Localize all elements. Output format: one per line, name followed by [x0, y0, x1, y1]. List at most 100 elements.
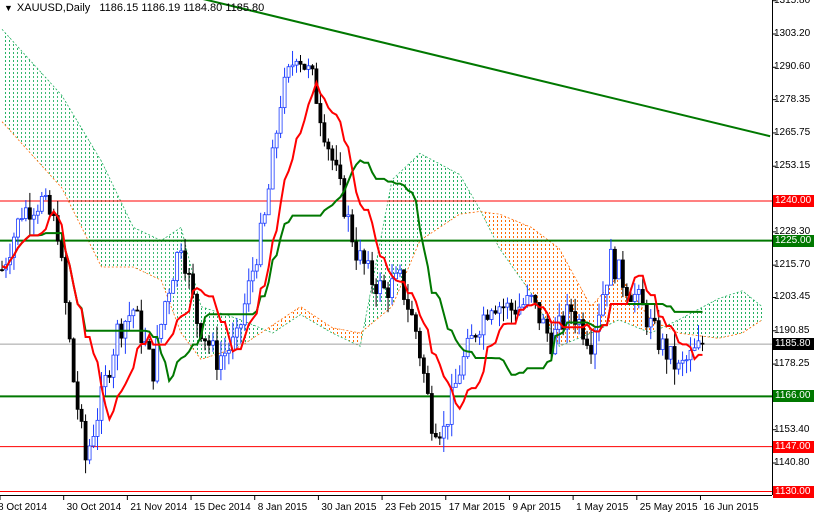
- cloud-segment: [567, 263, 572, 343]
- candle-body: [684, 359, 689, 362]
- cloud-segment: [89, 141, 94, 252]
- cloud-segment: [495, 213, 500, 249]
- candle-body: [370, 260, 375, 285]
- candle-body: [63, 257, 68, 303]
- candle-body: [286, 66, 291, 78]
- cloud-segment: [411, 157, 416, 260]
- candle-body: [226, 350, 231, 354]
- cloud-segment: [714, 298, 719, 339]
- date-tick-label: 8 Jan 2015: [257, 502, 308, 513]
- candle-body: [672, 346, 677, 370]
- candle-body: [83, 420, 88, 461]
- candle-body: [139, 310, 144, 344]
- candle-body: [609, 248, 613, 286]
- candle-body: [87, 445, 92, 461]
- cloud-segment: [252, 324, 257, 339]
- candle-body: [664, 338, 669, 360]
- cloud-segment: [181, 227, 186, 339]
- price-tick-label: 1290.60: [774, 61, 811, 73]
- candle-body: [159, 323, 164, 339]
- cloud-segment: [161, 237, 166, 291]
- candle-body: [91, 436, 96, 447]
- cloud-segment: [65, 101, 70, 204]
- price-tick-label: 1278.35: [774, 93, 811, 105]
- trendline: [202, 0, 771, 138]
- cloud-segment: [380, 221, 385, 317]
- candle-body: [238, 324, 243, 329]
- cloud-segment: [706, 302, 711, 338]
- candle-body: [123, 320, 128, 339]
- candle-body: [620, 259, 625, 288]
- price-tick-label: 1215.70: [774, 259, 811, 271]
- cloud-segment: [455, 172, 460, 217]
- candle-body: [660, 338, 665, 350]
- cloud-segment: [101, 161, 106, 267]
- candle-body: [656, 320, 661, 350]
- cloud-segment: [523, 224, 528, 288]
- cloud-segment: [49, 82, 54, 179]
- level-price-tag: 1130.00: [773, 485, 814, 498]
- candle-body: [254, 264, 259, 272]
- cloud-segment: [511, 219, 516, 271]
- cloud-segment: [758, 303, 763, 323]
- candle-body: [167, 292, 172, 303]
- candle-body: [131, 309, 136, 317]
- date-tick-label: 9 Apr 2015: [512, 502, 561, 513]
- candle-body: [75, 381, 80, 410]
- candle-body: [270, 147, 275, 190]
- candle-body: [171, 280, 176, 294]
- cloud-segment: [499, 214, 504, 255]
- price-chart[interactable]: [0, 0, 814, 516]
- candle-body: [354, 241, 359, 261]
- cloud-segment: [503, 215, 508, 260]
- cloud-segment: [137, 229, 142, 271]
- candle-body: [585, 338, 589, 346]
- candle-body: [433, 433, 438, 438]
- candle-body: [386, 287, 390, 298]
- dropdown-triangle-icon[interactable]: ▼: [4, 3, 13, 13]
- cloud-segment: [435, 161, 440, 231]
- cloud-segment: [471, 195, 476, 213]
- cloud-segment: [25, 55, 30, 153]
- cloud-segment: [515, 220, 520, 277]
- candle-body: [175, 252, 180, 281]
- candle-body: [79, 408, 84, 422]
- candle-body: [680, 359, 685, 364]
- candle-body: [183, 250, 187, 274]
- candle-body: [481, 314, 486, 336]
- cloud-segment: [722, 296, 727, 338]
- cloud-segment: [37, 68, 42, 166]
- cloud-segment: [746, 293, 751, 331]
- candle-body: [533, 294, 538, 303]
- candle-body: [493, 310, 498, 314]
- cloud-segment: [97, 154, 102, 267]
- candle-body: [115, 323, 120, 356]
- candle-body: [485, 314, 490, 320]
- candle-body: [700, 342, 705, 345]
- cloud-segment: [113, 186, 118, 267]
- cloud-segment: [29, 60, 34, 157]
- date-tick-label: 23 Feb 2015: [385, 502, 442, 513]
- candle-body: [525, 295, 530, 305]
- candle-body: [453, 382, 458, 388]
- cloud-segment: [754, 300, 759, 326]
- candle-body: [195, 293, 199, 324]
- cloud-segment: [403, 164, 408, 279]
- cloud-segment: [81, 128, 86, 236]
- cloud-segment: [439, 163, 444, 228]
- candle-body: [187, 272, 191, 275]
- candle-body: [378, 280, 383, 295]
- candle-body: [605, 284, 609, 295]
- candle-body: [529, 294, 534, 297]
- cloud-segment: [690, 311, 695, 336]
- candle-body: [624, 287, 629, 296]
- candle-body: [469, 335, 474, 339]
- cloud-segment: [41, 73, 46, 171]
- cloud-segment: [475, 202, 480, 213]
- candle-body: [207, 340, 211, 346]
- candle-body: [362, 250, 367, 264]
- chart-window[interactable]: ▼ XAUUSD,Daily 1186.15 1186.19 1184.80 11…: [0, 0, 814, 516]
- candle-body: [103, 374, 108, 388]
- candle-body: [250, 270, 255, 282]
- candle-body: [437, 436, 442, 439]
